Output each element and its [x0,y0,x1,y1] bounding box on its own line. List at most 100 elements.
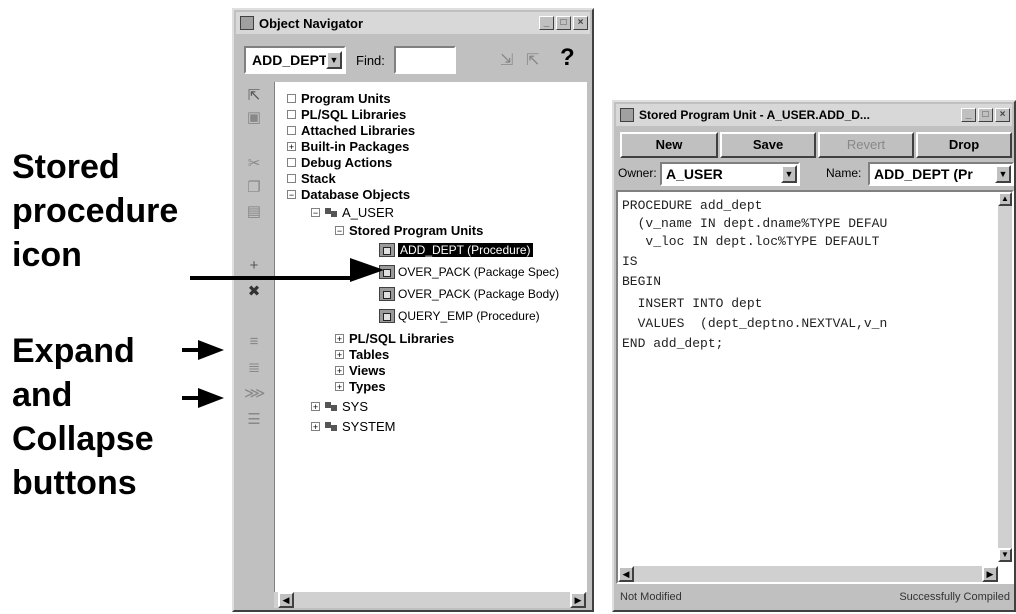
expand-icon[interactable]: ≡ [244,332,264,352]
user-icon [325,400,338,412]
editor-title: Stored Program Unit - A_USER.ADD_D... [639,108,870,122]
code-line: VALUES (dept_deptno.NEXTVAL,v_n [622,316,888,331]
code-line: BEGIN [622,274,662,289]
status-modified: Not Modified [620,591,682,603]
tree-item-plsql-libraries[interactable]: PL/SQL Libraries [287,106,406,122]
tree-item-stack[interactable]: Stack [287,170,336,186]
maximize-icon[interactable]: □ [556,16,571,30]
new-button[interactable]: New [620,132,718,158]
cut-icon[interactable]: ✂ [244,154,264,174]
context-select[interactable]: ADD_DEPT ▼ [244,46,346,74]
tree-item-builtin-packages[interactable]: + Built-in Packages [287,138,409,154]
annotation-expand: Expand [12,332,135,370]
tree-item-over-pack-spec[interactable]: OVER_PACK (Package Spec) [379,264,559,280]
window-icon [620,108,634,122]
expand-box-icon[interactable] [287,125,296,135]
context-value: ADD_DEPT [252,52,328,68]
code-line: IS [622,254,638,269]
open-icon[interactable]: ⇱ [244,86,264,106]
scroll-right-icon[interactable]: ▶ [982,566,998,582]
tree-item-sub-plsql-libraries[interactable]: + PL/SQL Libraries [335,330,454,346]
stored-program-unit-window: Stored Program Unit - A_USER.ADD_D... _ … [612,100,1016,612]
find-previous-icon[interactable]: ⇱ [526,50,539,70]
window-icon [240,16,254,30]
code-line: INSERT INTO dept [622,296,763,311]
collapse-icon[interactable]: ≣ [244,358,264,378]
owner-select[interactable]: A_USER ▼ [660,162,800,186]
plus-box-icon[interactable]: + [335,365,344,375]
minus-box-icon[interactable]: − [311,207,320,217]
tree-item-tables[interactable]: + Tables [335,346,389,362]
expand-box-icon[interactable] [287,157,296,167]
annotation-stored: Stored [12,148,120,186]
chevron-down-icon[interactable]: ▼ [781,165,797,183]
scroll-left-icon[interactable]: ◀ [278,592,294,608]
plus-box-icon[interactable]: + [335,381,344,391]
drop-button[interactable]: Drop [916,132,1012,158]
tree-item-database-objects[interactable]: − Database Objects [287,186,410,202]
tree-item-debug-actions[interactable]: Debug Actions [287,154,392,170]
expand-box-icon[interactable] [287,93,296,103]
find-next-icon[interactable]: ⇲ [500,50,513,70]
tree-item-over-pack-body[interactable]: OVER_PACK (Package Body) [379,286,559,302]
chevron-down-icon[interactable]: ▼ [995,165,1011,183]
horizontal-scrollbar[interactable]: ◀ ▶ [618,566,998,582]
plus-box-icon[interactable]: + [311,401,320,411]
expand-box-icon[interactable] [287,173,296,183]
plus-box-icon[interactable]: + [311,421,320,431]
plus-box-icon[interactable]: + [287,141,296,151]
tree-item-system[interactable]: + SYSTEM [311,418,395,434]
name-select[interactable]: ADD_DEPT (Pr ▼ [868,162,1014,186]
owner-label: Owner: [618,166,657,180]
save-button[interactable]: Save [720,132,816,158]
user-icon [325,420,338,432]
arrow-shaft [190,276,355,280]
paste-icon[interactable]: ▤ [244,202,264,222]
annotation-buttons: buttons [12,464,137,502]
close-icon[interactable]: × [995,108,1010,122]
tree-item-add-dept[interactable]: ADD_DEPT (Procedure) [379,242,533,258]
scroll-down-icon[interactable]: ▼ [998,548,1012,562]
tree-item-query-emp[interactable]: QUERY_EMP (Procedure) [379,308,540,324]
vertical-scrollbar[interactable]: ▲ ▼ [998,192,1012,562]
annotation-icon: icon [12,236,82,274]
annotation-collapse: Collapse [12,420,154,458]
code-editor[interactable]: PROCEDURE add_dept (v_name IN dept.dname… [616,190,1014,584]
close-icon[interactable]: × [573,16,588,30]
minus-box-icon[interactable]: − [287,189,296,199]
name-label: Name: [826,166,862,180]
code-line: PROCEDURE add_dept [622,198,763,213]
tree-item-stored-program-units[interactable]: − Stored Program Units [335,222,483,238]
revert-button[interactable]: Revert [818,132,914,158]
tree-item-attached-libraries[interactable]: Attached Libraries [287,122,415,138]
plus-box-icon[interactable]: + [335,333,344,343]
plus-box-icon[interactable]: + [335,349,344,359]
minimize-icon[interactable]: _ [539,16,554,30]
scroll-left-icon[interactable]: ◀ [618,566,634,582]
scroll-up-icon[interactable]: ▲ [998,192,1012,206]
tree-item-program-units[interactable]: Program Units [287,90,391,106]
delete-icon[interactable]: ✖ [244,282,264,302]
find-input[interactable] [394,46,456,74]
tree-item-a-user[interactable]: − A_USER [311,204,394,220]
minus-box-icon[interactable]: − [335,225,344,235]
collapse-all-icon[interactable]: ☰ [244,410,264,430]
tree-item-sys[interactable]: + SYS [311,398,368,414]
tree-item-types[interactable]: + Types [335,378,386,394]
expand-all-icon[interactable]: ⋙ [244,384,265,404]
help-icon[interactable]: ? [560,44,575,72]
minimize-icon[interactable]: _ [961,108,976,122]
expand-box-icon[interactable] [287,109,296,119]
maximize-icon[interactable]: □ [978,108,993,122]
copy-icon[interactable]: ❐ [244,178,264,198]
tree-item-views[interactable]: + Views [335,362,386,378]
scroll-right-icon[interactable]: ▶ [570,592,586,608]
horizontal-scrollbar[interactable]: ◀ ▶ [274,592,586,608]
object-navigator-window: Object Navigator _ □ × ADD_DEPT ▼ Find: … [232,8,594,612]
save-icon[interactable]: ▣ [244,108,264,128]
create-icon[interactable]: + [244,256,264,276]
chevron-down-icon[interactable]: ▼ [326,51,342,69]
arrow-head-icon [198,340,224,360]
code-line: END add_dept; [622,336,724,351]
stored-procedure-icon [379,309,395,323]
